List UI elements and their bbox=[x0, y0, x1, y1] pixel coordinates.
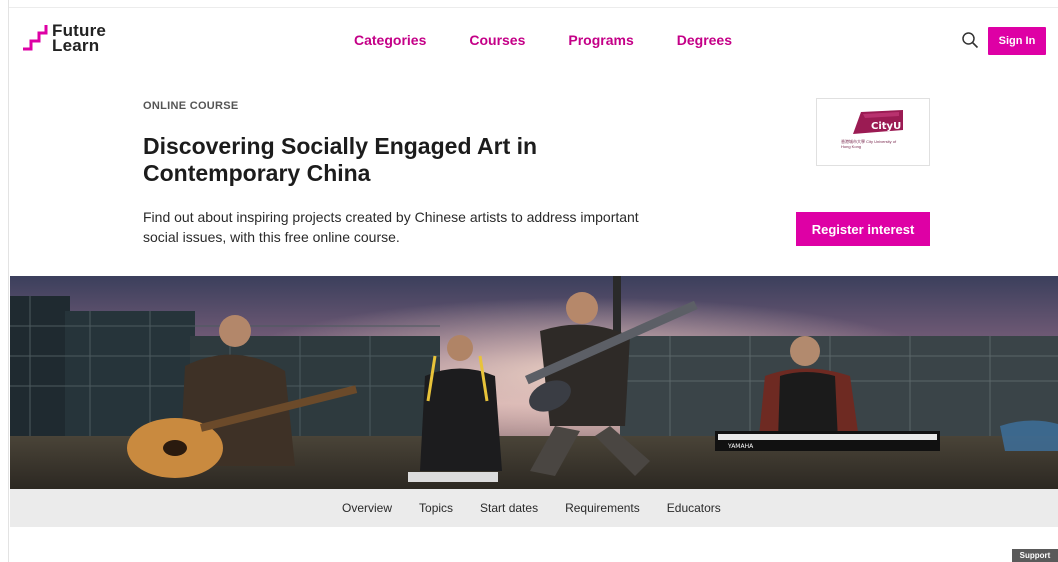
nav-degrees[interactable]: Degrees bbox=[677, 32, 732, 48]
logo-line-2: Learn bbox=[52, 36, 100, 55]
cityu-logo-icon: CityU bbox=[853, 110, 903, 134]
partner-logo-cityu[interactable]: CityU 香港城市大學 City University of Hong Kon… bbox=[816, 98, 930, 166]
window-top-edge bbox=[0, 0, 1058, 8]
subnav-overview[interactable]: Overview bbox=[342, 501, 392, 515]
futurelearn-stair-icon bbox=[23, 25, 48, 51]
window-left-edge bbox=[0, 0, 9, 562]
cityu-logo-text: CityU bbox=[871, 121, 901, 132]
course-description: Find out about inspiring projects create… bbox=[143, 209, 639, 245]
search-icon[interactable] bbox=[961, 31, 979, 49]
nav-programs[interactable]: Programs bbox=[568, 32, 633, 48]
partner-caption: 香港城市大學 City University of Hong Kong bbox=[841, 139, 897, 149]
subnav-educators[interactable]: Educators bbox=[667, 501, 721, 515]
subnav-topics[interactable]: Topics bbox=[419, 501, 453, 515]
site-header: Future Learn Categories Courses Programs… bbox=[10, 9, 1058, 71]
subnav-requirements[interactable]: Requirements bbox=[565, 501, 640, 515]
nav-categories[interactable]: Categories bbox=[354, 32, 426, 48]
course-type-label: ONLINE COURSE bbox=[143, 100, 239, 112]
subnav-start-dates[interactable]: Start dates bbox=[480, 501, 538, 515]
register-interest-button[interactable]: Register interest bbox=[796, 212, 930, 246]
course-title: Discovering Socially Engaged Art in Cont… bbox=[143, 133, 538, 186]
banner-illustration: YAMAHA bbox=[10, 276, 1058, 489]
logo-wordmark: Future Learn bbox=[52, 22, 106, 55]
futurelearn-logo[interactable]: Future Learn bbox=[22, 22, 106, 55]
main-nav: Categories Courses Programs Degrees bbox=[354, 32, 775, 48]
course-banner-image: YAMAHA bbox=[10, 276, 1058, 489]
keyboard-brand-text: YAMAHA bbox=[727, 443, 754, 450]
sign-in-button[interactable]: Sign In bbox=[988, 27, 1046, 55]
support-button[interactable]: Support bbox=[1012, 549, 1058, 562]
course-subnav: Overview Topics Start dates Requirements… bbox=[10, 489, 1058, 527]
nav-courses[interactable]: Courses bbox=[469, 32, 525, 48]
